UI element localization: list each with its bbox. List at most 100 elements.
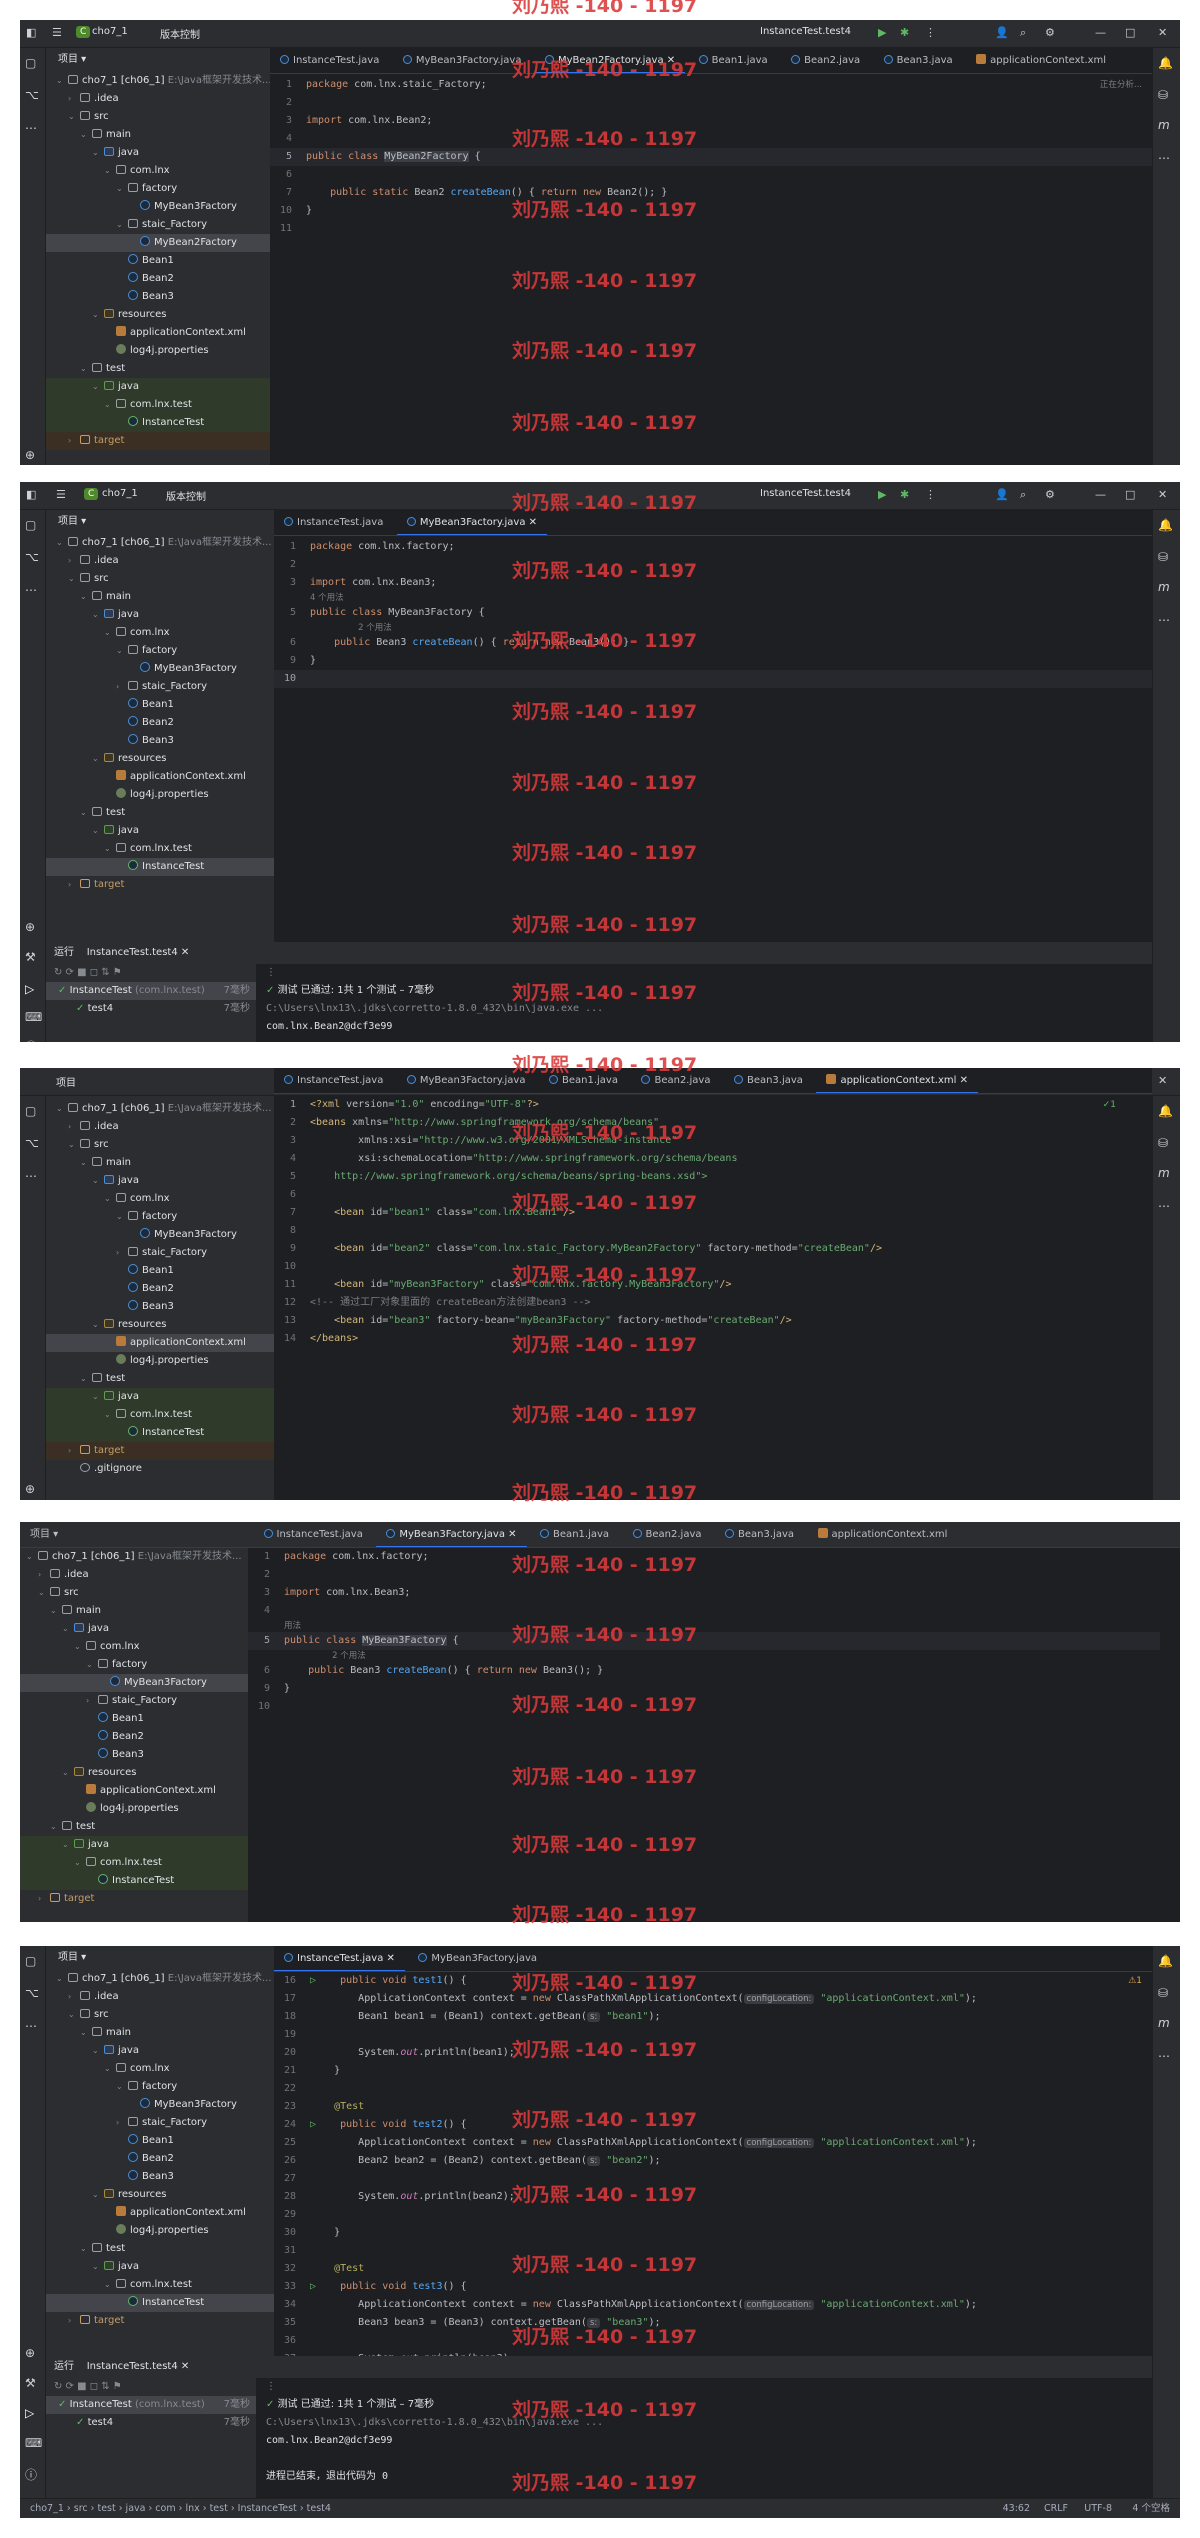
tab-instancetest[interactable]: InstanceTest.java <box>254 1522 373 1547</box>
structure-icon[interactable]: ⌥ <box>25 88 39 102</box>
database-icon[interactable]: ⛁ <box>1158 1986 1168 2000</box>
tree-test-java[interactable]: ⌄ java <box>46 822 274 840</box>
tree-comlnx[interactable]: ⌄ com.lnx <box>46 1190 274 1208</box>
tree-bean1[interactable]: Bean1 <box>46 252 270 270</box>
tree-bean2[interactable]: Bean2 <box>46 714 274 732</box>
tree-staic-factory[interactable]: › staic_Factory <box>46 2114 274 2132</box>
tree-staic-factory[interactable]: › staic_Factory <box>20 1692 248 1710</box>
tree-src[interactable]: ⌄ src <box>46 570 274 588</box>
tree-java[interactable]: ⌄ java <box>46 606 274 624</box>
settings-icon[interactable]: ⚙ <box>1045 488 1055 501</box>
tab-mybean3factory[interactable]: MyBean3Factory.java <box>393 48 532 73</box>
user-icon[interactable]: 👤 <box>995 488 1009 501</box>
tree-main[interactable]: ⌄ main <box>46 1154 274 1172</box>
tree-mybean3factory[interactable]: MyBean3Factory <box>46 1226 274 1244</box>
tree-factory[interactable]: ⌄ factory <box>46 1208 274 1226</box>
main-menu-icon[interactable]: ☰ <box>56 488 66 501</box>
tree-resources[interactable]: ⌄ resources <box>46 1316 274 1334</box>
run-toolbar[interactable]: ↻ ⟳ ■ ◻ ⇅ ⚑ <box>46 2378 256 2396</box>
run-tab[interactable]: InstanceTest.test4 <box>87 947 178 958</box>
tree-idea[interactable]: › .idea <box>46 90 270 108</box>
tree-test[interactable]: ⌄ test <box>46 360 270 378</box>
more-tools-icon[interactable]: … <box>25 580 37 594</box>
close-icon[interactable]: ✕ <box>1158 488 1167 501</box>
tree-idea[interactable]: › .idea <box>46 1988 274 2006</box>
tree-factory[interactable]: ⌄ factory <box>46 642 274 660</box>
tree-staic-factory[interactable]: › staic_Factory <box>46 678 274 696</box>
tree-bean1[interactable]: Bean1 <box>46 2132 274 2150</box>
tree-appctx[interactable]: applicationContext.xml <box>20 1782 248 1800</box>
search-icon[interactable]: ⌕ <box>1020 26 1026 40</box>
tree-resources[interactable]: ⌄ resources <box>46 306 270 324</box>
tab-mybean2factory[interactable]: MyBean2Factory.java ✕ <box>534 48 686 73</box>
tree-main[interactable]: ⌄ main <box>20 1602 248 1620</box>
tab-instancetest[interactable]: InstanceTest.java ✕ <box>274 1946 405 1971</box>
project-panel-title[interactable]: 项目 ▾ <box>20 1522 250 1547</box>
notifications-icon[interactable]: 🔔 <box>1158 1954 1173 1968</box>
settings-icon[interactable]: ⚙ <box>1045 26 1055 39</box>
warning-count[interactable]: 1 <box>1136 1976 1142 1986</box>
tree-test-java[interactable]: ⌄ java <box>46 2258 274 2276</box>
tree-src[interactable]: ⌄ src <box>46 1136 274 1154</box>
structure-icon[interactable]: ⌥ <box>25 1136 39 1150</box>
tab-mybean3factory[interactable]: MyBean3Factory.java <box>397 1068 536 1093</box>
terminal-icon[interactable]: ⌨ <box>25 1010 42 1024</box>
run-config-select[interactable]: InstanceTest.test4 <box>760 488 851 499</box>
tree-target[interactable]: › target <box>20 1890 248 1908</box>
tree-target[interactable]: › target <box>46 1442 274 1460</box>
tree-comlnxtest[interactable]: ⌄ com.lnx.test <box>46 2276 274 2294</box>
tree-staic-factory[interactable]: › staic_Factory <box>46 1244 274 1262</box>
tree-instancetest[interactable]: InstanceTest <box>20 1872 248 1890</box>
notifications-icon[interactable]: 🔔 <box>1158 1104 1173 1118</box>
services-icon[interactable]: ⊕ <box>25 448 35 462</box>
services-icon[interactable]: ⊕ <box>25 2346 35 2360</box>
tree-factory[interactable]: ⌄ factory <box>46 2078 274 2096</box>
tree-target[interactable]: › target <box>46 432 270 450</box>
tree-bean3[interactable]: Bean3 <box>46 732 274 750</box>
tree-target[interactable]: › target <box>46 2312 274 2330</box>
tree-log4j[interactable]: log4j.properties <box>46 786 274 804</box>
problems-count[interactable]: 1 <box>1110 1100 1116 1110</box>
tree-test[interactable]: ⌄ test <box>46 1370 274 1388</box>
user-icon[interactable]: 👤 <box>995 26 1009 39</box>
tree-mybean3factory[interactable]: MyBean3Factory <box>46 198 270 216</box>
tree-src[interactable]: ⌄ src <box>20 1584 248 1602</box>
indent-setting[interactable]: 4 个空格 <box>1132 2499 1170 2518</box>
tree-comlnxtest[interactable]: ⌄ com.lnx.test <box>46 840 274 858</box>
run-tool-icon[interactable]: ▷ <box>25 982 34 996</box>
tree-test-java[interactable]: ⌄ java <box>46 378 270 396</box>
tree-root[interactable]: ⌄ cho7_1 [ch06_1] E:\Java框架开发技术... <box>46 1970 274 1988</box>
tab-bean2[interactable]: Bean2.java <box>631 1068 720 1093</box>
run-console[interactable]: ⋮ ✓ 测试 已通过: 1共 1 个测试 – 7毫秒 C:\Users\lnx1… <box>256 2378 1152 2498</box>
tree-resources[interactable]: ⌄ resources <box>46 2186 274 2204</box>
more-icon[interactable]: ⋮ <box>925 488 936 501</box>
tree-bean3[interactable]: Bean3 <box>46 1298 274 1316</box>
tree-test-java[interactable]: ⌄ java <box>20 1836 248 1854</box>
terminal-icon[interactable]: ⌨ <box>25 2436 42 2450</box>
code-editor[interactable]: 1 package com.lnx.staic_Factory; 正在分析... 2… <box>270 76 1152 465</box>
tab-bean2[interactable]: Bean2.java <box>623 1522 712 1547</box>
tree-appctx[interactable]: applicationContext.xml <box>46 1334 274 1352</box>
tree-instancetest[interactable]: InstanceTest <box>46 2294 274 2312</box>
maven-icon[interactable]: m <box>1158 118 1170 132</box>
tab-mybean3factory[interactable]: MyBean3Factory.java ✕ <box>396 510 548 535</box>
code-editor[interactable]: 16 ▷ public void test1() {⚠1 17 Applicati… <box>274 1972 1152 2356</box>
cursor-position[interactable]: 43:62 <box>1003 2499 1030 2518</box>
more-tools-icon[interactable]: … <box>25 2016 37 2030</box>
tree-main[interactable]: ⌄ main <box>46 126 270 144</box>
maximize-icon[interactable]: □ <box>1125 26 1135 39</box>
tree-bean3[interactable]: Bean3 <box>20 1746 248 1764</box>
tab-bean3[interactable]: Bean3.java <box>874 48 963 73</box>
tree-log4j[interactable]: log4j.properties <box>46 2222 274 2240</box>
tree-log4j[interactable]: log4j.properties <box>46 1352 274 1370</box>
tree-instancetest[interactable]: InstanceTest <box>46 858 274 876</box>
tree-root[interactable]: ⌄ cho7_1 [ch06_1] E:\Java框架开发技术... <box>20 1548 248 1566</box>
tree-appctx[interactable]: applicationContext.xml <box>46 768 274 786</box>
tree-root[interactable]: ⌄ cho7_1 [ch06_1] E:\Java框架开发技术... <box>46 534 274 552</box>
tree-main[interactable]: ⌄ main <box>46 588 274 606</box>
test-root-row[interactable]: ✓ InstanceTest (com.lnx.test) 7毫秒 <box>46 2396 256 2414</box>
structure-icon[interactable]: ⌥ <box>25 550 39 564</box>
tree-comlnxtest[interactable]: ⌄ com.lnx.test <box>46 1406 274 1424</box>
tab-appctx[interactable]: applicationContext.xml <box>808 1522 958 1547</box>
tree-factory[interactable]: ⌄ factory <box>46 180 270 198</box>
